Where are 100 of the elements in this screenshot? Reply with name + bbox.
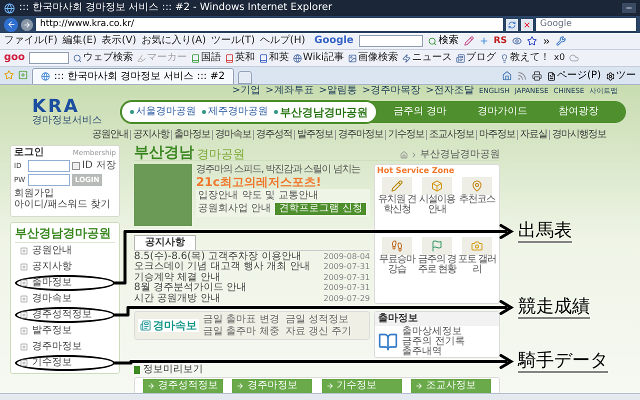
promo-link[interactable]: 입장안내 [198,191,238,201]
top-link[interactable]: >기업 [232,86,260,96]
search-button[interactable]: 検索 [428,36,459,46]
sub-nav-link[interactable]: 조교사정보 [426,130,476,140]
sub-nav-link[interactable]: 공원안내 [90,130,130,140]
service-tile[interactable]: 유치원 견학신청 [377,177,417,215]
menu-item[interactable]: ツール(T) [211,36,255,46]
page-menu[interactable]: ページ(P) [547,71,601,81]
menu-item[interactable]: 表示(V) [102,36,136,46]
sidebar-item[interactable]: 발주정보 [15,323,115,339]
toolbar-button[interactable]: ニュース [402,53,452,63]
password-field[interactable] [28,174,70,186]
quick-news-link[interactable]: 금일 출마표 변경 [203,314,280,325]
id-field[interactable] [28,160,70,172]
annotation-label: 競走成績 [518,296,590,318]
service-tile[interactable]: 무료승마 강습 [377,237,417,275]
toolbar-button[interactable]: 画像検索 [348,53,398,63]
toolbar-button[interactable]: ブログ [456,53,496,63]
sub-nav-link[interactable]: 자료실 [517,130,549,140]
menu-item[interactable]: 編集(E) [62,36,97,46]
url-field[interactable]: http://www.kra.co.kr/ [36,18,503,31]
toolbar-button[interactable]: 和英 [258,53,289,63]
top-link[interactable]: >알림통 [318,86,358,96]
page-subheading: 경마공원 [197,148,245,160]
park-link[interactable]: 서울경마공원 [130,107,196,117]
plus-square-icon [20,343,28,351]
plus-square-icon [20,327,28,335]
park-link[interactable]: 부산경남경마공원 [274,106,368,118]
counter-label: x0 [554,54,565,62]
menu-item[interactable]: ヘルプ(H) [260,36,306,46]
toolbar-button[interactable]: 英和 [224,53,255,63]
menu-item[interactable]: お気に入り(A) [141,36,206,46]
service-tile[interactable]: 추천코스 [457,177,497,215]
entry-info-link[interactable]: 금주의 전기록 [402,337,466,347]
sub-nav-link[interactable]: 공지사항 [130,130,171,140]
browser-tab[interactable]: ::: 한국마사회 경마정보 서비스 ::: #2 [32,68,234,84]
toolbar-button[interactable]: Wiki記事 [292,53,344,63]
notice-link[interactable]: 8.5(수)-8.6(목) 고객주차장 이용안내 [134,252,302,262]
minimize-button[interactable] [622,3,636,13]
sidebar-item[interactable]: 경마속보 [15,291,115,307]
entry-info-link[interactable]: 출마상세정보 [402,327,466,337]
notice-date: 2009-07-31 [324,274,370,282]
menu-item[interactable]: ファイル(F) [4,36,58,46]
sidebar-item[interactable]: 기수정보 [15,355,115,371]
entry-info-link[interactable]: 출주내역 [402,347,466,357]
sidebar-title: 부산경남경마공원 [15,223,115,243]
service-tile[interactable]: 포토 갤러리 [457,237,497,275]
rs-button[interactable]: RS [494,36,507,46]
sub-nav-link[interactable]: 경마속보 [212,130,253,140]
notice-tab[interactable]: 공지사항 [134,235,196,250]
account-link[interactable]: 아이디/패스워드 찾기 [14,199,111,210]
quick-news-link[interactable]: 금일 출주마 체중 [203,326,280,337]
sub-nav-link[interactable]: 마주정보 [476,130,517,140]
sidebar-item[interactable]: 출마정보 [15,275,115,291]
refresh-button[interactable] [506,18,518,30]
back-button[interactable] [4,18,18,32]
cloud-icon [568,53,579,63]
toolbar-button[interactable]: 教えて！ [500,53,550,63]
main-nav-link[interactable]: 금주의 경마 [393,107,447,117]
quick-news-link[interactable]: 자료 갱신 주기 [285,326,352,337]
notice-link[interactable]: 시간 공원개방 안내 [134,294,220,304]
account-link[interactable]: 회원가입 [14,188,54,199]
quick-news-link[interactable]: 금일 성적정보 [285,314,349,325]
sub-nav-link[interactable]: 기수정보 [385,130,426,140]
toolbar-button[interactable]: 国語 [190,53,221,63]
main-nav-link[interactable]: 경마가이드 [478,107,528,117]
tour-button[interactable]: 견학프로그램 신청 [275,203,366,215]
sub-nav-link[interactable]: 경주마정보 [335,130,385,140]
search-field[interactable]: Google [536,18,636,31]
service-tile[interactable]: 금주의 경주로 현황 [417,237,457,275]
top-link[interactable]: >전자조달 [426,86,474,96]
notice-link[interactable]: 오크스데이 기념 대고객 행사 개최 안내 [134,262,310,272]
plus-square-icon [20,311,28,319]
google-search-field[interactable] [358,35,423,47]
forward-button[interactable] [21,18,33,30]
sidebar-item[interactable]: 공원안내 [15,243,115,259]
sidebar-item[interactable]: 경주마정보 [15,339,115,355]
park-link[interactable]: 제주경마공원 [202,107,268,117]
goo-search-field[interactable] [28,52,69,64]
sub-nav-link[interactable]: 출마정보 [171,130,212,140]
top-link[interactable]: >계좌투표 [265,86,314,96]
tools-menu[interactable]: ツー [606,71,636,81]
sub-nav-link[interactable]: 발주정보 [294,130,335,140]
promo-link[interactable]: 공원회사업 안내 [198,204,272,214]
new-tab-button[interactable] [238,71,252,84]
sub-nav-link[interactable]: 경마시행정보 [549,130,608,140]
toolbar-button[interactable]: ウェブ検索 [72,53,133,63]
sidebar-item[interactable]: 공지사항 [15,259,115,275]
main-nav-link[interactable]: 참여광장 [558,107,599,117]
sub-nav-link[interactable]: 경주성적 [253,130,294,140]
notice-link[interactable]: 기승계약 체결 안내 [134,272,220,283]
save-id-checkbox[interactable] [72,162,80,170]
promo-link[interactable]: 약도 및 교통안내 [242,191,318,201]
notice-link[interactable]: 8월 경주분석가이드 안내 [134,283,247,294]
sidebar-item[interactable]: 경주성적정보 [15,307,115,323]
top-link[interactable]: >경주마목장 [362,86,421,96]
service-tile[interactable]: 시설이용 안내 [417,177,457,215]
goo-logo: goo [4,53,25,63]
stop-button[interactable] [521,18,533,30]
photo-placeholder [134,164,192,226]
